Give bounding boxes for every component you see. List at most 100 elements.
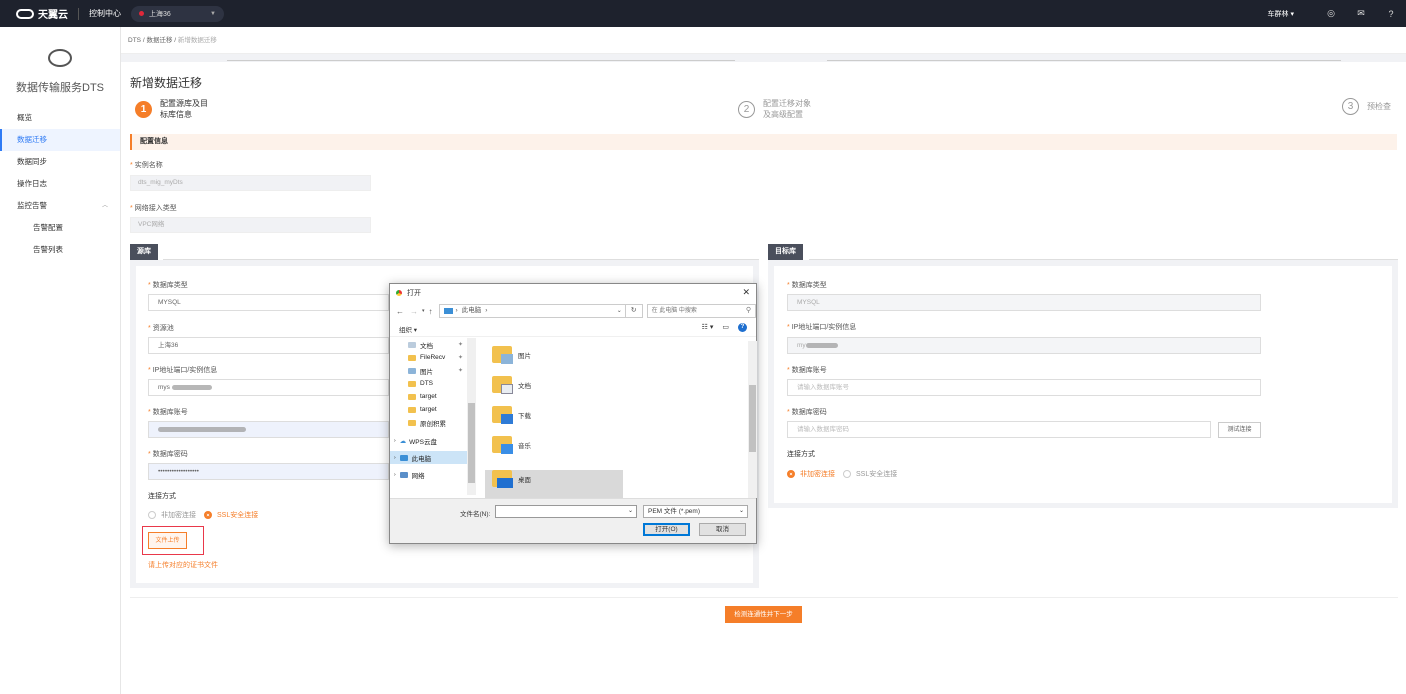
search-placeholder: 在 此电脑 中搜索 [651, 308, 697, 314]
chevron-up-icon: ︿ [101, 203, 108, 209]
file-open-dialog: 打开 ✕ ← → ▾ ↑ › 此电脑 › ⌄ ↻ 在 此电脑 中搜索 ⚲ 组织 … [389, 283, 757, 544]
file-item-desktop[interactable]: 桌面 [492, 470, 531, 488]
user-menu[interactable]: 车群林 ▾ [1268, 9, 1294, 19]
sidebar-item-overview[interactable]: 概览 [0, 107, 120, 129]
divider [78, 7, 79, 20]
target-conn-label: 连接方式 [787, 451, 815, 458]
radio-ssl[interactable] [843, 470, 851, 478]
nav-item-filerecv[interactable]: FileRecv ✦ [390, 351, 475, 364]
radio-plain[interactable] [148, 511, 156, 519]
file-item-music[interactable]: 音乐 [492, 436, 531, 454]
step-3-title: 预检查 [1367, 102, 1391, 111]
file-item-pictures[interactable]: 图片 [492, 346, 531, 364]
next-step-button[interactable]: 检测连通性并下一步 [725, 606, 802, 623]
navigation-pane: 文档 ✦ FileRecv ✦ 图片 ✦ DTS target target 原创积累… [390, 338, 476, 495]
chevron-down-icon[interactable]: ▾ [422, 308, 425, 314]
nav-item-target[interactable]: target [390, 390, 475, 403]
nav-scrollbar[interactable] [467, 338, 476, 495]
chevron-right-icon: › [394, 471, 396, 478]
page-title: 新增数据迁移 [130, 76, 203, 90]
source-ip-input[interactable]: mys [148, 379, 389, 396]
instance-name-input[interactable]: dts_mig_myDts [130, 175, 371, 191]
step-1-number: 1 [135, 100, 152, 118]
nav-item-wps-cloud[interactable]: › ☁ WPS云盘 [390, 434, 475, 447]
refresh-icon[interactable]: ↻ [625, 304, 643, 318]
radio-ssl-label: SSL安全连接 [217, 512, 259, 519]
view-options-icon[interactable]: ☷ ▾ [702, 323, 714, 332]
nav-item-pictures[interactable]: 图片 ✦ [390, 364, 475, 377]
address-bar[interactable]: › 此电脑 › ⌄ [438, 304, 626, 318]
network-type-input[interactable]: VPC网络 [130, 217, 371, 233]
user-name: 车群林 [1267, 10, 1289, 18]
close-icon[interactable]: ✕ [742, 287, 750, 298]
open-button[interactable]: 打开(O) [643, 523, 690, 536]
file-item-documents[interactable]: 文档 [492, 376, 531, 394]
top-nav-bar: 天翼云 控制中心 上海36 ▼ 车群林 ▾ ◎ ✉ ? [0, 0, 1406, 27]
sidebar-item-data-sync[interactable]: 数据同步 [0, 151, 120, 173]
search-input[interactable]: 在 此电脑 中搜索 ⚲ [646, 304, 757, 318]
sidebar-item-alarm-config[interactable]: 告警配置 [0, 217, 120, 239]
brand-name: 天翼云 [38, 10, 68, 21]
chevron-down-icon[interactable]: ⌄ [628, 507, 633, 514]
radio-plain[interactable] [787, 470, 795, 478]
radio-ssl[interactable] [204, 511, 212, 519]
picture-folder-icon [408, 367, 416, 374]
source-db-type-select[interactable]: MYSQL [148, 294, 389, 311]
nav-item-this-pc[interactable]: › 此电脑 [390, 451, 475, 464]
forward-arrow-icon[interactable]: → [410, 307, 418, 316]
document-folder-icon [492, 376, 513, 394]
sidebar-item-operation-log[interactable]: 操作日志 [0, 173, 120, 195]
target-db-type-label: * 数据库类型 [787, 282, 827, 289]
nav-item-network[interactable]: › 网络 [390, 468, 475, 481]
target-conn-options: 非加密连接 SSL安全连接 [787, 469, 897, 479]
source-account-input[interactable] [148, 421, 389, 438]
scrollbar-thumb[interactable] [468, 403, 475, 483]
breadcrumb: DTS / 数据迁移 / 新增数据迁移 [121, 27, 1406, 54]
redacted-text [158, 426, 246, 432]
help-icon[interactable]: ? [1376, 9, 1406, 19]
brand-logo[interactable]: 天翼云 [16, 6, 68, 21]
location-icon[interactable]: ◎ [1316, 8, 1346, 19]
organize-menu[interactable]: 组织 ▾ [399, 324, 417, 334]
filename-input[interactable]: ⌄ [495, 505, 637, 518]
scrollbar-thumb[interactable] [749, 385, 756, 452]
target-account-input[interactable]: 请输入数据库账号 [787, 379, 1261, 396]
target-db-type-select[interactable]: MYSQL [787, 294, 1261, 311]
target-password-input[interactable]: 请输入数据库密码 [787, 421, 1211, 438]
redacted-text [805, 342, 838, 348]
sidebar-item-data-migration[interactable]: 数据迁移 [0, 129, 120, 151]
nav-item-target-2[interactable]: target [390, 403, 475, 416]
mail-icon[interactable]: ✉ [1346, 8, 1376, 19]
source-password-input[interactable]: •••••••••••••••••• [148, 463, 389, 480]
instance-name-label: * 实例名称 [130, 162, 163, 169]
path-segment[interactable]: 此电脑 [462, 305, 482, 317]
pin-icon: ✦ [457, 355, 463, 361]
target-ip-value: my [797, 342, 806, 349]
file-type-filter[interactable]: PEM 文件 (*.pem) ⌄ [643, 505, 748, 518]
nav-item-dts[interactable]: DTS [390, 377, 475, 390]
cancel-button[interactable]: 取消 [699, 523, 746, 536]
nav-item-documents[interactable]: 文档 ✦ [390, 338, 475, 351]
file-item-downloads[interactable]: 下载 [492, 406, 531, 424]
region-selector[interactable]: 上海36 ▼ [131, 5, 224, 22]
console-link[interactable]: 控制中心 [89, 8, 121, 19]
target-ip-input[interactable]: my [787, 337, 1261, 354]
source-pool-select[interactable]: 上海36 [148, 337, 389, 354]
sidebar-item-monitor-alarm[interactable]: 监控告警 ︿ [0, 195, 120, 217]
sidebar-item-alarm-list[interactable]: 告警列表 [0, 239, 120, 261]
back-arrow-icon[interactable]: ← [396, 307, 404, 316]
test-connection-button[interactable]: 测试连接 [1218, 422, 1261, 438]
breadcrumb-dts[interactable]: DTS [128, 37, 141, 44]
folder-icon [408, 393, 416, 400]
preview-pane-icon[interactable]: ▭ [722, 323, 729, 332]
file-scrollbar[interactable] [748, 341, 757, 498]
file-upload-button[interactable]: 文件上传 [148, 532, 187, 549]
breadcrumb-migration[interactable]: 数据迁移 [146, 37, 172, 44]
breadcrumb-separator: / [142, 37, 145, 44]
chevron-down-icon[interactable]: ⌄ [617, 305, 622, 317]
up-arrow-icon[interactable]: ↑ [429, 307, 433, 316]
folder-icon [408, 354, 416, 361]
music-folder-icon [492, 436, 513, 454]
help-icon[interactable]: ? [738, 323, 747, 332]
nav-item-original[interactable]: 原创积累 [390, 416, 475, 429]
